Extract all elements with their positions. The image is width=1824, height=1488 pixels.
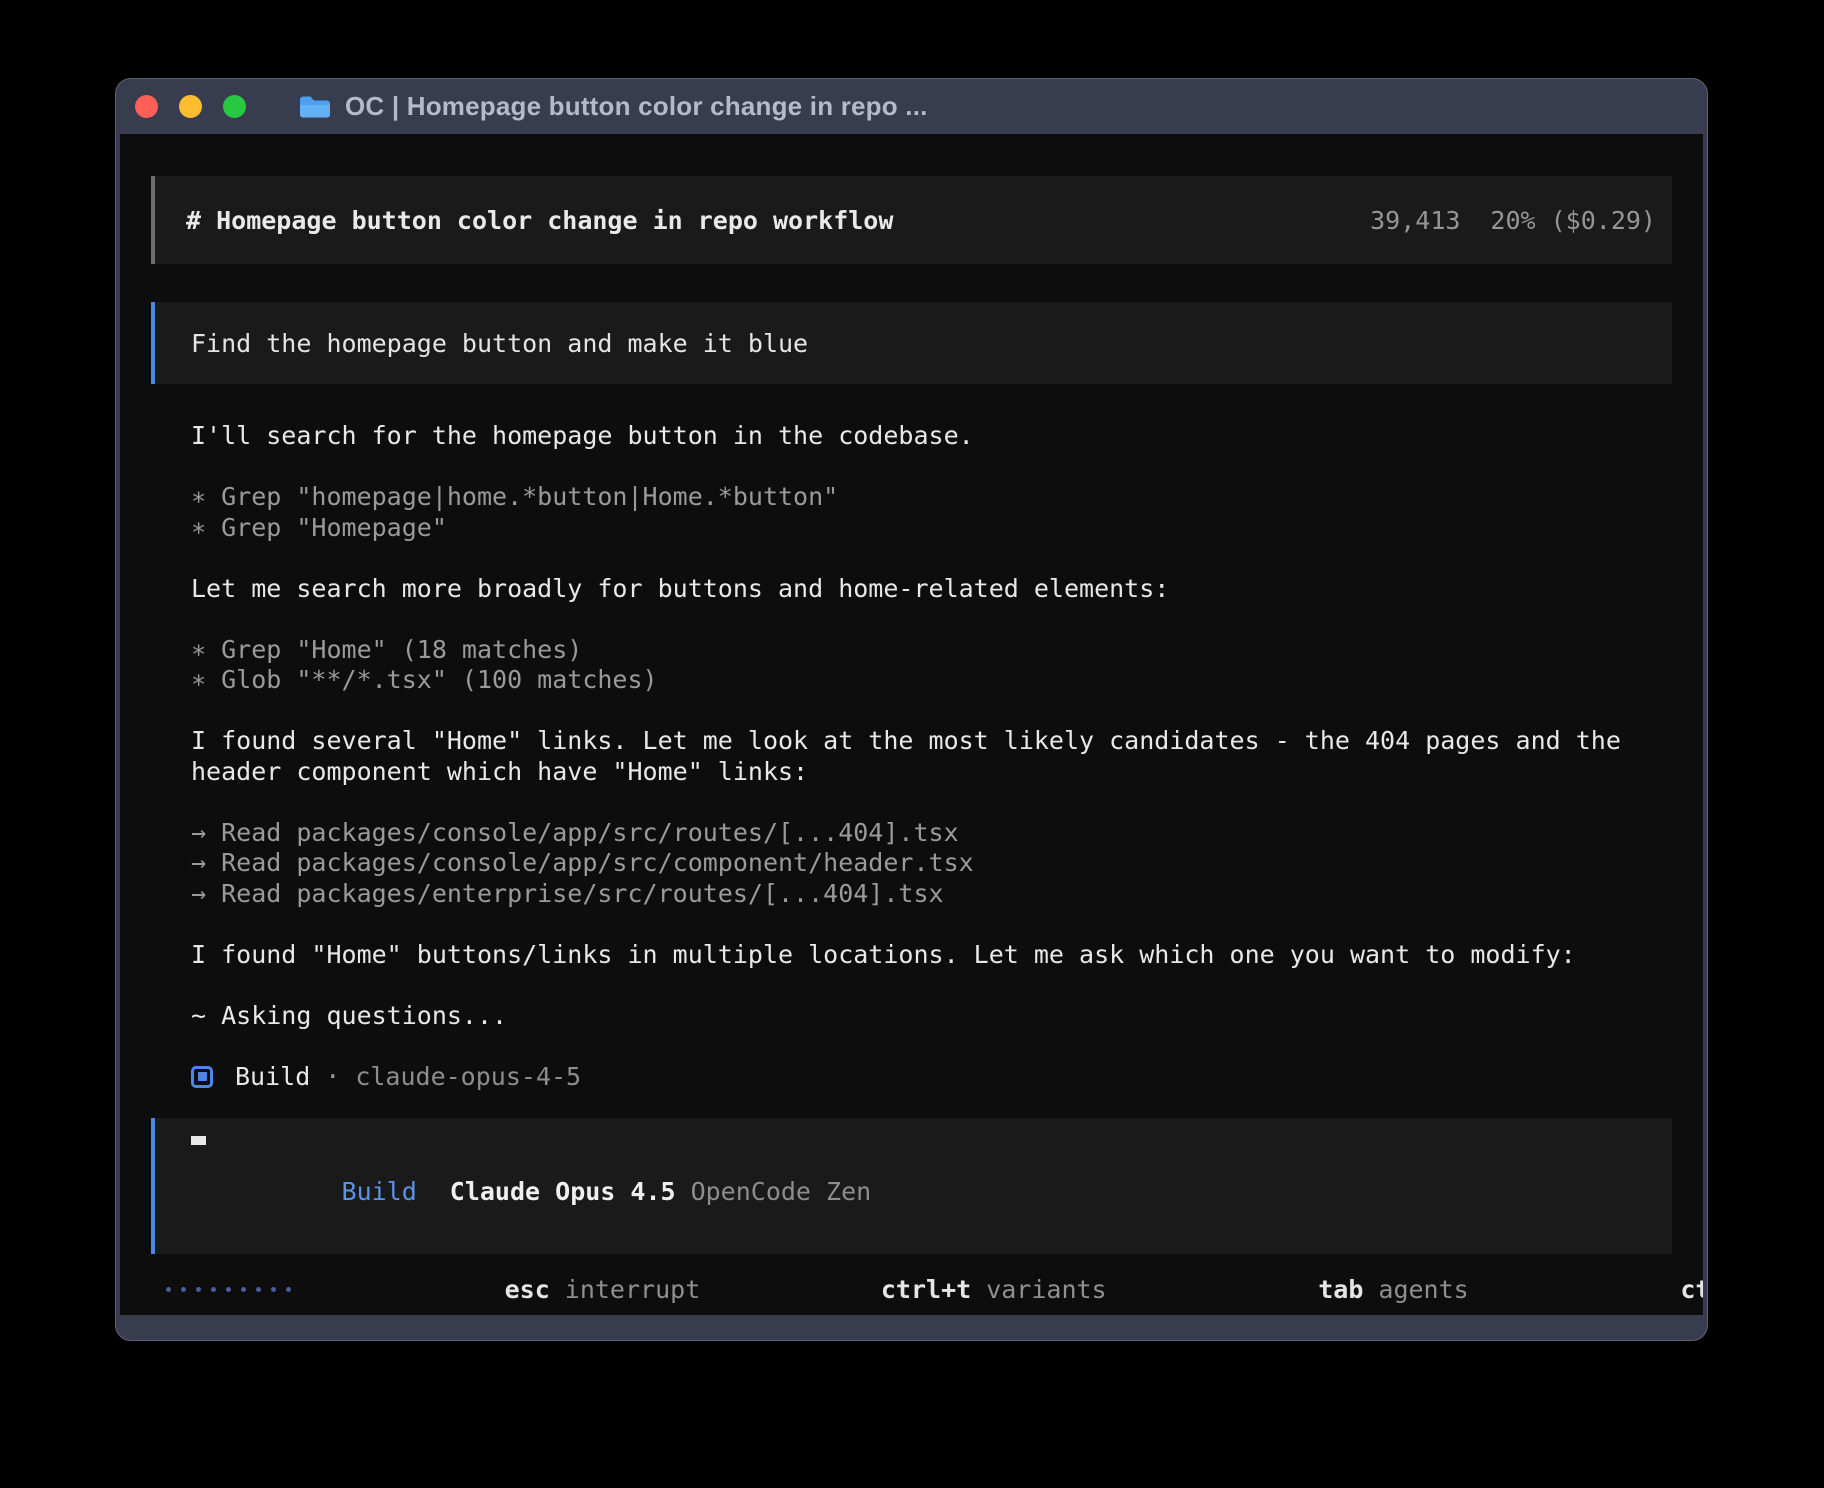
hint-key: ctrl+t — [881, 1275, 971, 1304]
session-title: # Homepage button color change in repo w… — [186, 206, 893, 235]
window-titlebar: OC | Homepage button color change in rep… — [116, 79, 1707, 134]
hint-key: tab — [1318, 1275, 1363, 1304]
spacer — [191, 452, 1672, 483]
spacer — [191, 909, 1672, 940]
zoom-button[interactable] — [223, 95, 246, 118]
status-bar: escinterrupt ctrl+tvariants tabagents ct… — [151, 1274, 1672, 1305]
status-right: ctrl+t variants tab agents ctrl+pcommands — [700, 1246, 1703, 1315]
terminal-window: OC | Homepage button color change in rep… — [115, 78, 1708, 1341]
spinner-dot — [181, 1287, 186, 1292]
text-cursor — [191, 1136, 206, 1145]
spinner-dot — [211, 1287, 216, 1292]
assistant-text: header component which have "Home" links… — [191, 757, 1672, 788]
tool-call-grep: ∗ Grep "homepage|home.*button|Home.*butt… — [191, 482, 1672, 513]
tool-call-glob: ∗ Glob "**/*.tsx" (100 matches) — [191, 665, 1672, 696]
hint-commands: ctrl+pcommands — [1500, 1246, 1703, 1315]
session-meta: 39,413 20% ($0.29) — [1370, 206, 1656, 235]
terminal-screen[interactable]: # Homepage button color change in repo w… — [120, 134, 1703, 1315]
spacer — [191, 696, 1672, 727]
folder-icon — [299, 94, 331, 120]
hint-key: esc — [505, 1275, 550, 1304]
spacer — [191, 787, 1672, 818]
tool-call-grep: ∗ Grep "Homepage" — [191, 513, 1672, 544]
spinner-dot — [286, 1287, 291, 1292]
spinner-dots — [166, 1287, 291, 1292]
assistant-text: Let me search more broadly for buttons a… — [191, 574, 1672, 605]
spinner-dot — [166, 1287, 171, 1292]
input-meta-row: Build Claude Opus 4.5 OpenCode Zen — [191, 1145, 1672, 1238]
status-left: esc interrupt — [166, 1246, 700, 1315]
spacer — [191, 604, 1672, 635]
hint-interrupt: esc interrupt — [324, 1246, 700, 1315]
working-status-text: ~ Asking questions... — [191, 1001, 1672, 1032]
user-message-text: Find the homepage button and make it blu… — [191, 329, 808, 358]
hint-agents: tab agents — [1138, 1246, 1469, 1315]
hint-variants: ctrl+t variants — [700, 1246, 1106, 1315]
agent-model-id: claude-opus-4-5 — [355, 1062, 581, 1093]
agent-status-row: Build · claude-opus-4-5 — [191, 1062, 1672, 1093]
tool-call-read: → Read packages/enterprise/src/routes/[.… — [191, 879, 1672, 910]
tool-call-grep: ∗ Grep "Home" (18 matches) — [191, 635, 1672, 666]
assistant-text: I found several "Home" links. Let me loo… — [191, 726, 1672, 757]
close-button[interactable] — [135, 95, 158, 118]
input-provider-label: OpenCode Zen — [691, 1177, 872, 1206]
spacer — [191, 1031, 1672, 1062]
agent-name: Build — [235, 1062, 310, 1093]
assistant-text: I found "Home" buttons/links in multiple… — [191, 940, 1672, 971]
window-title: OC | Homepage button color change in rep… — [345, 91, 928, 122]
spinner-dot — [241, 1287, 246, 1292]
input-model-label[interactable]: Claude Opus 4.5 — [450, 1177, 676, 1206]
spacer — [191, 970, 1672, 1001]
input-agent-label[interactable]: Build — [342, 1177, 417, 1206]
agent-build-icon — [191, 1066, 213, 1088]
hint-key: ctrl+p — [1680, 1275, 1703, 1304]
context-usage: 20% ($0.29) — [1490, 206, 1656, 235]
spacer — [191, 543, 1672, 574]
spinner-dot — [256, 1287, 261, 1292]
transcript: I'll search for the homepage button in t… — [151, 421, 1672, 1092]
spinner-dot — [271, 1287, 276, 1292]
spinner-dot — [196, 1287, 201, 1292]
assistant-text: I'll search for the homepage button in t… — [191, 421, 1672, 452]
hint-label: agents — [1378, 1275, 1468, 1304]
hint-label: variants — [986, 1275, 1106, 1304]
minimize-button[interactable] — [179, 95, 202, 118]
user-message: Find the homepage button and make it blu… — [151, 302, 1672, 384]
session-header: # Homepage button color change in repo w… — [151, 176, 1672, 264]
prompt-input[interactable]: Build Claude Opus 4.5 OpenCode Zen — [151, 1118, 1672, 1254]
token-count: 39,413 — [1370, 206, 1460, 235]
tool-call-read: → Read packages/console/app/src/componen… — [191, 848, 1672, 879]
tool-call-read: → Read packages/console/app/src/routes/[… — [191, 818, 1672, 849]
hint-label: interrupt — [565, 1275, 700, 1304]
spinner-dot — [226, 1287, 231, 1292]
separator-dot: · — [325, 1062, 340, 1093]
